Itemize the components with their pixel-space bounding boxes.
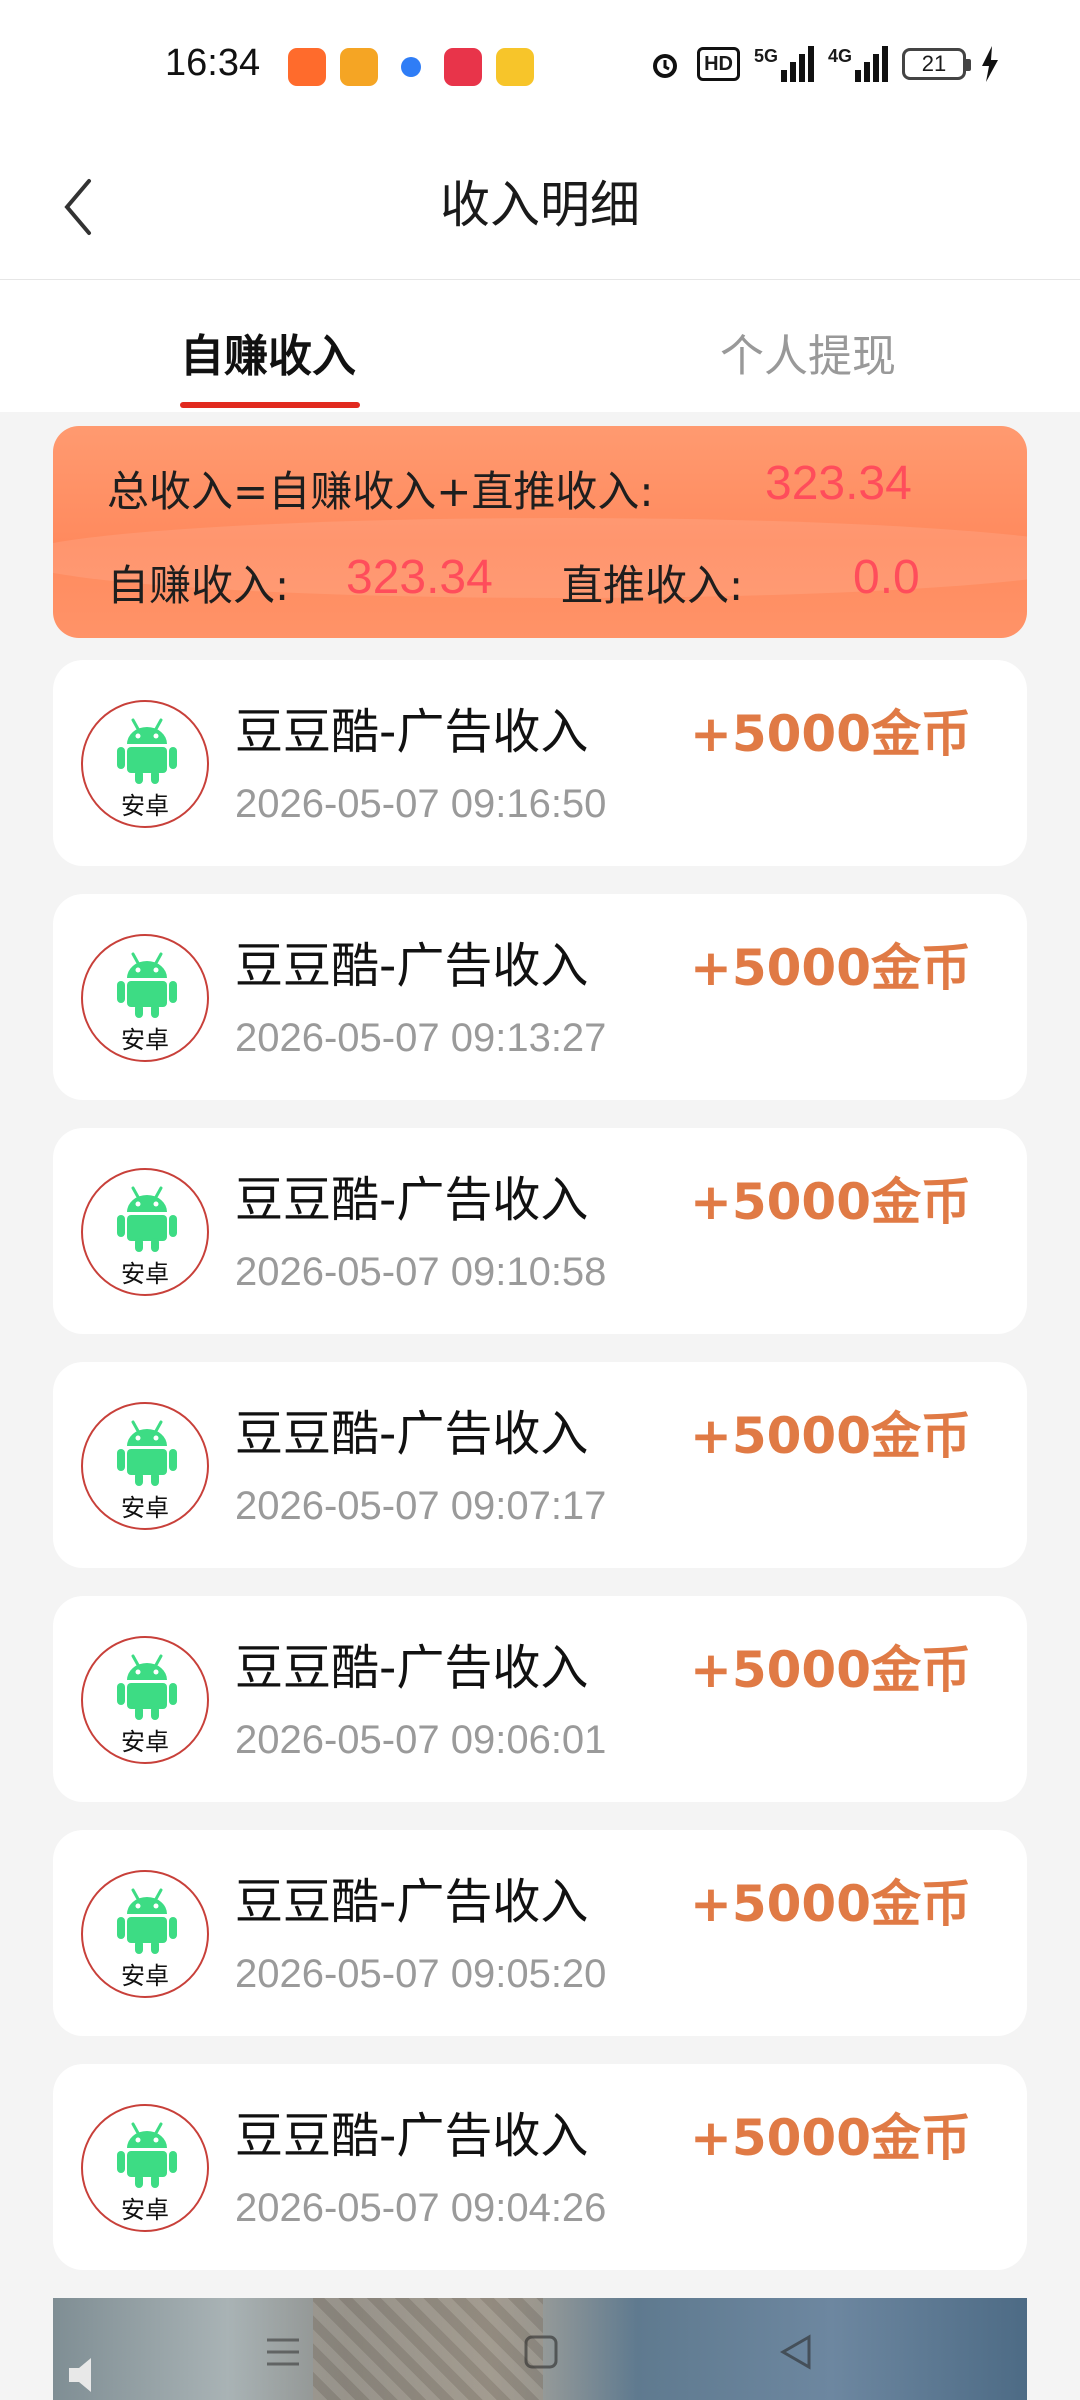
tab-indicator (180, 402, 360, 408)
self-income-value: 323.34 (346, 551, 493, 604)
item-amount: +5000金币 (689, 1875, 971, 1933)
android-badge: 安卓 (81, 700, 209, 828)
income-list-item[interactable]: 安卓 豆豆酷-广告收入 2026-05-07 09:16:50 +5000金币 (53, 660, 1027, 866)
app-notification-icon (288, 48, 326, 86)
back-nav-icon[interactable] (777, 2332, 817, 2372)
charging-icon (982, 46, 998, 82)
item-amount: +5000金币 (689, 705, 971, 763)
badge-label: 安卓 (121, 1962, 169, 1990)
android-icon (117, 1654, 177, 1720)
income-list-item[interactable]: 安卓 豆豆酷-广告收入 2026-05-07 09:05:20 +5000金币 (53, 1830, 1027, 2036)
status-bar: 16:34 HD 5G 4G 21 (0, 0, 1080, 135)
income-list-item[interactable]: 安卓 豆豆酷-广告收入 2026-05-07 09:07:17 +5000金币 (53, 1362, 1027, 1568)
badge-label: 安卓 (121, 792, 169, 820)
item-timestamp: 2026-05-07 09:06:01 (235, 1718, 607, 1762)
item-title: 豆豆酷-广告收入 (235, 1640, 589, 1696)
badge-label: 安卓 (121, 2196, 169, 2224)
total-income-value: 323.34 (765, 457, 912, 510)
app-notification-icon (444, 48, 482, 86)
item-amount: +5000金币 (689, 2109, 971, 2167)
android-badge: 安卓 (81, 934, 209, 1062)
status-icons: HD 5G 4G 21 (647, 46, 1000, 82)
android-icon (117, 1888, 177, 1954)
app-notification-icon (340, 48, 378, 86)
signal-4g-icon: 4G (828, 46, 888, 82)
item-timestamp: 2026-05-07 09:10:58 (235, 1250, 607, 1294)
app-header: 收入明细 (0, 135, 1080, 280)
banner-image (313, 2298, 543, 2400)
notification-icons (288, 48, 534, 86)
item-timestamp: 2026-05-07 09:16:50 (235, 782, 607, 826)
tab-withdrawal[interactable]: 个人提现 (720, 320, 896, 384)
status-time: 16:34 (165, 42, 261, 84)
self-income-label: 自赚收入: (107, 561, 290, 610)
badge-label: 安卓 (121, 1728, 169, 1756)
android-icon (117, 2122, 177, 2188)
item-amount: +5000金币 (689, 1173, 971, 1231)
android-badge: 安卓 (81, 2104, 209, 2232)
battery-icon: 21 (902, 48, 971, 80)
menu-nav-icon[interactable] (263, 2332, 303, 2372)
home-nav-icon[interactable] (521, 2332, 561, 2372)
income-summary-card: 总收入=自赚收入+直推收入: 323.34 自赚收入: 323.34 直推收入:… (53, 426, 1027, 638)
tab-bar: 自赚收入 个人提现 (0, 280, 1080, 412)
badge-label: 安卓 (121, 1026, 169, 1054)
item-title: 豆豆酷-广告收入 (235, 1874, 589, 1930)
app-notification-icon (496, 48, 534, 86)
item-timestamp: 2026-05-07 09:13:27 (235, 1016, 607, 1060)
android-icon (117, 1186, 177, 1252)
android-icon (117, 718, 177, 784)
item-amount: +5000金币 (689, 1641, 971, 1699)
badge-label: 安卓 (121, 1494, 169, 1522)
item-timestamp: 2026-05-07 09:05:20 (235, 1952, 607, 1996)
income-list-item[interactable]: 安卓 豆豆酷-广告收入 2026-05-07 09:04:26 +5000金币 (53, 2064, 1027, 2270)
signal-5g-icon: 5G (754, 46, 814, 82)
item-title: 豆豆酷-广告收入 (235, 2108, 589, 2164)
income-list-item[interactable]: 安卓 豆豆酷-广告收入 2026-05-07 09:10:58 +5000金币 (53, 1128, 1027, 1334)
direct-income-label: 直推收入: (561, 561, 744, 610)
android-badge: 安卓 (81, 1870, 209, 1998)
item-amount: +5000金币 (689, 939, 971, 997)
page-title: 收入明细 (440, 176, 640, 234)
speaker-icon (69, 2358, 91, 2392)
app-notification-icon (392, 48, 430, 86)
badge-label: 安卓 (121, 1260, 169, 1288)
item-amount: +5000金币 (689, 1407, 971, 1465)
android-badge: 安卓 (81, 1636, 209, 1764)
total-income-label: 总收入=自赚收入+直推收入: (107, 467, 654, 516)
item-title: 豆豆酷-广告收入 (235, 704, 589, 760)
item-timestamp: 2026-05-07 09:04:26 (235, 2186, 607, 2230)
bottom-banner (53, 2298, 1027, 2400)
android-badge: 安卓 (81, 1402, 209, 1530)
tab-self-income[interactable]: 自赚收入 (180, 320, 356, 384)
item-timestamp: 2026-05-07 09:07:17 (235, 1484, 607, 1528)
android-badge: 安卓 (81, 1168, 209, 1296)
alarm-icon (653, 54, 678, 78)
item-title: 豆豆酷-广告收入 (235, 938, 589, 994)
item-title: 豆豆酷-广告收入 (235, 1406, 589, 1462)
android-icon (117, 952, 177, 1018)
item-title: 豆豆酷-广告收入 (235, 1172, 589, 1228)
android-icon (117, 1420, 177, 1486)
income-list-item[interactable]: 安卓 豆豆酷-广告收入 2026-05-07 09:13:27 +5000金币 (53, 894, 1027, 1100)
hd-icon: HD (697, 47, 740, 81)
income-list-item[interactable]: 安卓 豆豆酷-广告收入 2026-05-07 09:06:01 +5000金币 (53, 1596, 1027, 1802)
direct-income-value: 0.0 (853, 551, 920, 604)
